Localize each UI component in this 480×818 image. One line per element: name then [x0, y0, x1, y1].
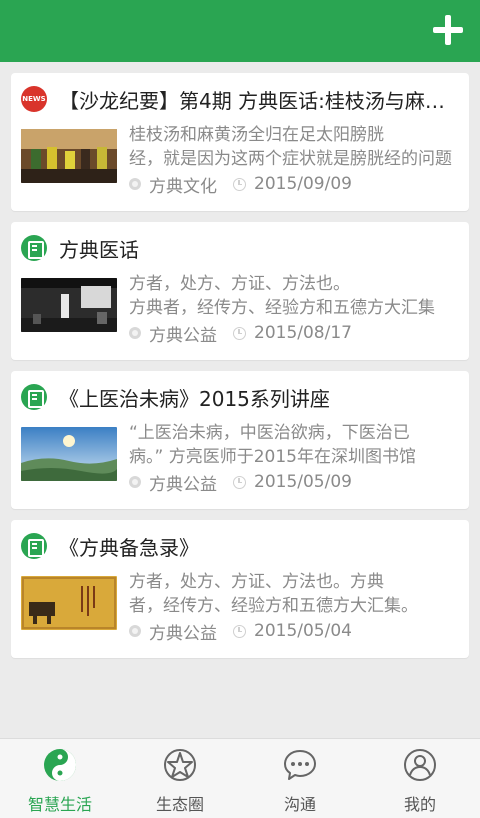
- card-description: 方者，处方、方证、方法也。 方典者，经传方、经验方和五德方大汇集: [129, 272, 457, 320]
- description-line: 者，经传方、经验方和五德方大汇集。: [129, 596, 418, 616]
- document-icon: [21, 235, 47, 261]
- article-card[interactable]: 《方典备急录》 方者，处方、方证、方法也。方典 者，经传方、经验方和五德方大汇集…: [11, 520, 469, 658]
- bottom-tab-bar: 智慧生活 生态圈 沟通 我的: [0, 738, 480, 818]
- person-icon: [404, 749, 436, 781]
- card-date: 2015/05/09: [254, 472, 352, 492]
- article-card[interactable]: NEWS 【沙龙纪要】第4期 方典医话:桂枝汤与麻黄汤 桂枝汤和麻黄汤全归在足太…: [11, 73, 469, 211]
- article-feed: NEWS 【沙龙纪要】第4期 方典医话:桂枝汤与麻黄汤 桂枝汤和麻黄汤全归在足太…: [11, 73, 469, 669]
- clock-icon: [233, 177, 246, 191]
- plus-icon[interactable]: [430, 12, 466, 48]
- card-thumbnail: [21, 129, 117, 183]
- card-title: 《上医治未病》2015系列讲座: [59, 386, 330, 411]
- card-source: 方典公益: [149, 325, 217, 346]
- tab-smart-life[interactable]: 智慧生活: [0, 739, 120, 818]
- card-meta: 方典公益 2015/05/09: [129, 471, 459, 495]
- tab-profile[interactable]: 我的: [360, 739, 480, 818]
- star-circle-icon: [164, 749, 196, 781]
- card-description: 桂枝汤和麻黄汤全归在足太阳膀胱 经，就是因为这两个症状就是膀胱经的问题: [129, 123, 457, 171]
- card-title-row: 《方典备急录》: [21, 532, 459, 560]
- tab-ecosystem[interactable]: 生态圈: [120, 739, 240, 818]
- tab-chat[interactable]: 沟通: [240, 739, 360, 818]
- card-meta: 方典公益 2015/08/17: [129, 322, 459, 346]
- yin-yang-icon: [44, 749, 76, 781]
- tab-label: 生态圈: [155, 795, 204, 814]
- card-title: 《方典备急录》: [59, 535, 199, 560]
- description-line: 经，就是因为这两个症状就是膀胱经的问题: [129, 149, 452, 169]
- description-line: 方者，处方、方证、方法也。方典: [129, 572, 384, 592]
- card-date: 2015/09/09: [254, 174, 352, 194]
- source-icon: [129, 327, 141, 339]
- card-title: 【沙龙纪要】第4期 方典医话:桂枝汤与麻黄汤: [59, 88, 459, 113]
- news-icon: NEWS: [21, 86, 47, 112]
- description-line: 方者，处方、方证、方法也。: [129, 274, 350, 294]
- tab-label: 智慧生活: [27, 795, 92, 814]
- document-icon: [21, 384, 47, 410]
- card-title-row: 《上医治未病》2015系列讲座: [21, 383, 459, 411]
- card-meta: 方典文化 2015/09/09: [129, 173, 459, 197]
- source-icon: [129, 476, 141, 488]
- card-source: 方典文化: [149, 176, 217, 197]
- card-title-row: 方典医话: [21, 234, 459, 262]
- card-title: 方典医话: [59, 237, 139, 262]
- tab-label: 沟通: [283, 795, 316, 814]
- card-thumbnail: [21, 278, 117, 332]
- card-date: 2015/08/17: [254, 323, 352, 343]
- card-description: 方者，处方、方证、方法也。方典 者，经传方、经验方和五德方大汇集。: [129, 570, 457, 618]
- description-line: 方典者，经传方、经验方和五德方大汇集: [129, 298, 435, 318]
- card-thumbnail: [21, 427, 117, 481]
- clock-icon: [233, 624, 246, 638]
- card-source: 方典公益: [149, 623, 217, 644]
- card-title-row: NEWS 【沙龙纪要】第4期 方典医话:桂枝汤与麻黄汤: [21, 85, 459, 113]
- description-line: 病。” 方亮医师于2015年在深圳图书馆: [129, 447, 416, 467]
- description-line: “上医治未病，中医治欲病，下医治已: [129, 423, 410, 443]
- clock-icon: [233, 326, 246, 340]
- source-icon: [129, 178, 141, 190]
- card-thumbnail: [21, 576, 117, 630]
- article-card[interactable]: 《上医治未病》2015系列讲座 “上医治未病，中医治欲病，下医治已 病。” 方亮…: [11, 371, 469, 509]
- card-date: 2015/05/04: [254, 621, 352, 641]
- description-line: 桂枝汤和麻黄汤全归在足太阳膀胱: [129, 125, 384, 145]
- card-meta: 方典公益 2015/05/04: [129, 620, 459, 644]
- tab-label: 我的: [403, 795, 436, 814]
- card-source: 方典公益: [149, 474, 217, 495]
- article-card[interactable]: 方典医话 方者，处方、方证、方法也。 方典者，经传方、经验方和五德方大汇集 方典…: [11, 222, 469, 360]
- source-icon: [129, 625, 141, 637]
- chat-bubble-icon: [284, 750, 316, 780]
- clock-icon: [233, 475, 246, 489]
- card-description: “上医治未病，中医治欲病，下医治已 病。” 方亮医师于2015年在深圳图书馆: [129, 421, 457, 469]
- document-icon: [21, 533, 47, 559]
- top-bar: [0, 0, 480, 62]
